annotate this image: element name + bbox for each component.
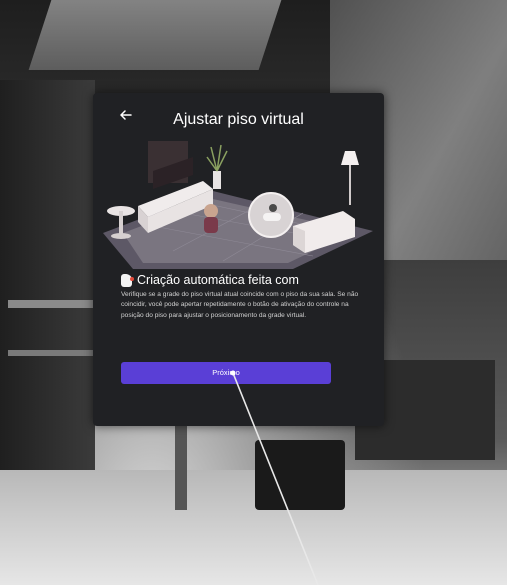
adjust-floor-panel: Ajustar piso virtual Criação automática … (93, 93, 384, 426)
room-floor (0, 470, 507, 585)
shelf (8, 300, 93, 308)
virtual-floor-illustration (93, 141, 384, 269)
stand (175, 420, 187, 510)
hand-pointer-icon (121, 273, 134, 287)
instructions-text: Verifique se a grade do piso virtual atu… (121, 291, 359, 319)
panel-title: Ajustar piso virtual (173, 111, 304, 128)
left-wall (0, 80, 95, 500)
heading-text: Criação automática feita com (137, 273, 299, 287)
skylight (28, 0, 282, 70)
result-heading: Criação automática feita com (121, 273, 299, 287)
next-button[interactable]: Próximo (121, 362, 331, 384)
trash-bin (255, 440, 345, 510)
shelf (8, 350, 93, 356)
